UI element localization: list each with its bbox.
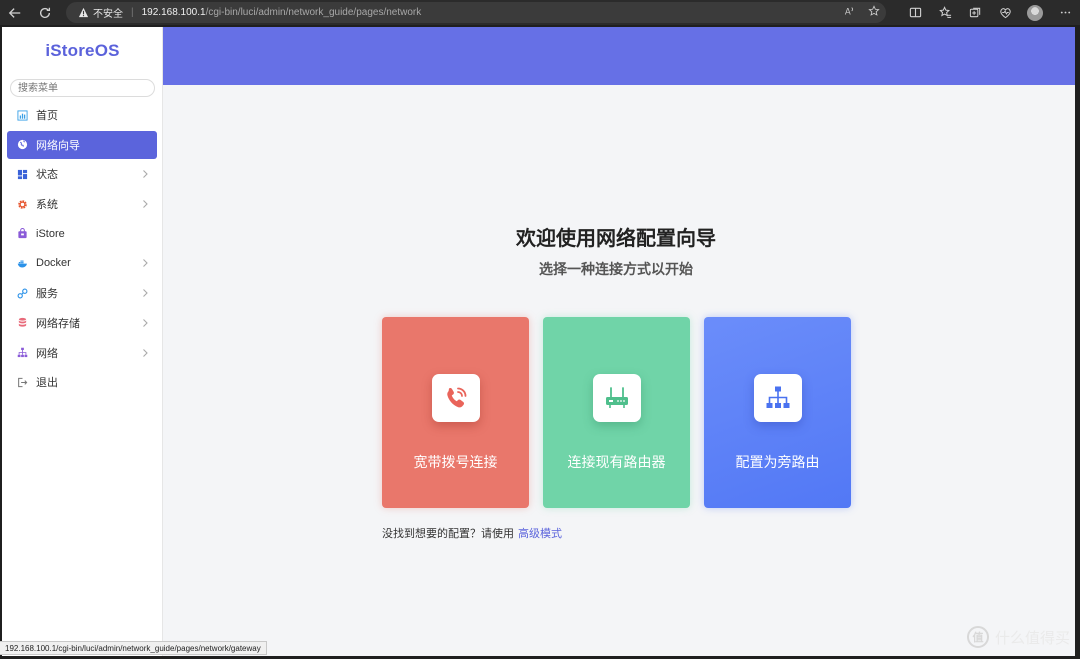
favorite-star-icon[interactable] bbox=[868, 5, 880, 20]
icon-box bbox=[432, 374, 480, 422]
sidebar-item-label: Docker bbox=[36, 257, 71, 269]
link-icon bbox=[17, 288, 28, 299]
sidebar-item-label: iStore bbox=[36, 228, 65, 240]
sidebar-item-label: 首页 bbox=[36, 107, 58, 123]
back-icon[interactable] bbox=[0, 0, 30, 25]
dashboard-icon bbox=[17, 169, 28, 180]
chart-icon bbox=[17, 110, 28, 121]
sidebar-item-label: 系统 bbox=[36, 196, 58, 212]
refresh-icon[interactable] bbox=[30, 0, 60, 25]
phone-icon bbox=[442, 384, 470, 412]
sidebar-item-services[interactable]: 服务 bbox=[7, 279, 157, 307]
svg-text:A: A bbox=[845, 7, 851, 17]
security-label: 不安全 bbox=[93, 5, 123, 20]
address-separator: | bbox=[131, 7, 134, 18]
sitemap-icon bbox=[17, 347, 28, 358]
chevron-right-icon bbox=[141, 318, 149, 328]
security-warning[interactable]: 不安全 bbox=[78, 5, 123, 20]
page-title: 欢迎使用网络配置向导 bbox=[163, 222, 1069, 251]
watermark: 值 什么值得买 bbox=[967, 626, 1070, 648]
sidebar-item-home[interactable]: 首页 bbox=[7, 101, 157, 129]
existing-router-card[interactable]: 连接现有路由器 bbox=[543, 317, 690, 508]
url-host: 192.168.100.1 bbox=[142, 7, 206, 18]
router-icon bbox=[603, 384, 631, 412]
sidebar-item-system[interactable]: 系统 bbox=[7, 190, 157, 218]
icon-box bbox=[754, 374, 802, 422]
sidebar-item-label: 退出 bbox=[36, 374, 58, 390]
menu-search-input[interactable] bbox=[10, 79, 155, 97]
gear-icon bbox=[17, 199, 28, 210]
chevron-right-icon bbox=[141, 199, 149, 209]
sidebar-item-label: 服务 bbox=[36, 285, 58, 301]
globe-icon bbox=[17, 139, 28, 150]
sidebar-menu: 首页 网络向导 状态 系统 bbox=[7, 101, 157, 398]
sidebar-item-network-storage[interactable]: 网络存储 bbox=[7, 309, 157, 337]
sitemap-icon bbox=[764, 384, 792, 412]
chevron-right-icon bbox=[141, 258, 149, 268]
favorites-icon[interactable] bbox=[930, 0, 960, 25]
more-menu-icon[interactable] bbox=[1050, 0, 1080, 25]
chevron-right-icon bbox=[141, 348, 149, 358]
browser-toolbar: 不安全 | 192.168.100.1/cgi-bin/luci/admin/n… bbox=[0, 0, 1080, 25]
profile-avatar[interactable] bbox=[1020, 0, 1050, 25]
watermark-logo: 值 bbox=[967, 626, 989, 648]
chevron-right-icon bbox=[141, 169, 149, 179]
icon-box bbox=[593, 374, 641, 422]
sidebar-item-label: 网络 bbox=[36, 345, 58, 361]
docker-icon bbox=[17, 258, 28, 269]
card-label: 宽带拨号连接 bbox=[414, 452, 498, 472]
sidebar-item-status[interactable]: 状态 bbox=[7, 160, 157, 188]
url-path: /cgi-bin/luci/admin/network_guide/pages/… bbox=[206, 7, 422, 18]
chevron-right-icon bbox=[141, 288, 149, 298]
bag-icon bbox=[17, 228, 28, 239]
sidebar-item-label: 状态 bbox=[36, 166, 58, 182]
split-screen-icon[interactable] bbox=[900, 0, 930, 25]
advanced-mode-link[interactable]: 高级模式 bbox=[518, 528, 562, 540]
hint-text: 没找到想要的配置？请使用 bbox=[382, 528, 514, 540]
page-subtitle: 选择一种连接方式以开始 bbox=[163, 259, 1069, 279]
sidebar-item-network[interactable]: 网络 bbox=[7, 339, 157, 367]
sidebar-item-label: 网络向导 bbox=[36, 137, 80, 153]
address-bar[interactable]: 不安全 | 192.168.100.1/cgi-bin/luci/admin/n… bbox=[66, 2, 886, 23]
card-label: 配置为旁路由 bbox=[736, 452, 820, 472]
watermark-text: 什么值得买 bbox=[995, 627, 1070, 648]
browser-essentials-icon[interactable] bbox=[990, 0, 1020, 25]
sidebar-item-label: 网络存储 bbox=[36, 315, 80, 331]
status-bar-url: 192.168.100.1/cgi-bin/luci/admin/network… bbox=[0, 641, 267, 655]
app-logo[interactable]: iStoreOS bbox=[2, 41, 163, 61]
sidebar-item-logout[interactable]: 退出 bbox=[7, 368, 157, 396]
page: iStoreOS 首页 网络向导 状态 bbox=[2, 27, 1075, 656]
pppoe-dialup-card[interactable]: 宽带拨号连接 bbox=[382, 317, 529, 508]
logout-icon bbox=[17, 377, 28, 388]
warning-icon bbox=[78, 7, 89, 18]
sidebar-item-network-guide[interactable]: 网络向导 bbox=[7, 131, 157, 159]
sidebar: iStoreOS 首页 网络向导 状态 bbox=[2, 27, 163, 656]
collections-icon[interactable] bbox=[960, 0, 990, 25]
card-label: 连接现有路由器 bbox=[568, 452, 666, 472]
sidebar-item-docker[interactable]: Docker bbox=[7, 249, 157, 277]
sidebar-item-istore[interactable]: iStore bbox=[7, 220, 157, 248]
header-banner bbox=[163, 27, 1075, 85]
bypass-router-card[interactable]: 配置为旁路由 bbox=[704, 317, 851, 508]
read-aloud-icon[interactable]: A bbox=[844, 5, 856, 20]
database-icon bbox=[17, 317, 28, 328]
advanced-mode-hint: 没找到想要的配置？请使用高级模式 bbox=[382, 525, 562, 541]
